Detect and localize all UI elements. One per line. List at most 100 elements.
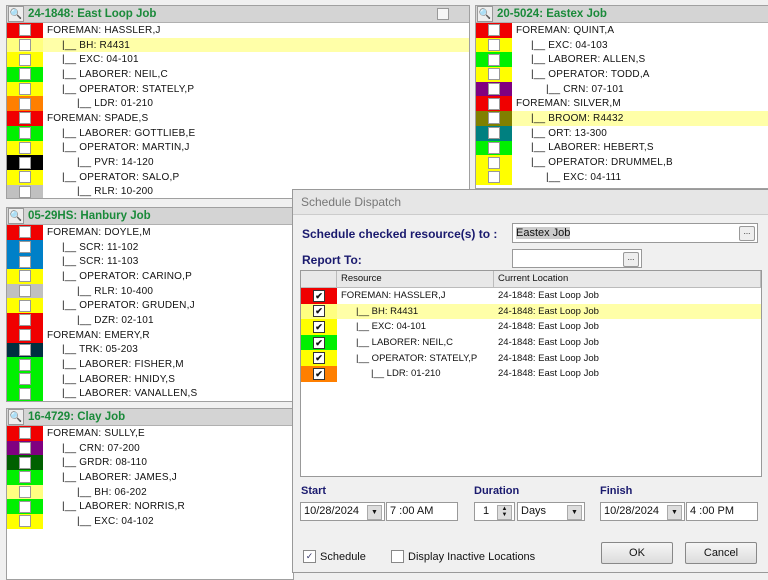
resource-row[interactable]: |__ BH: R4431 [7,37,469,53]
resource-checkbox[interactable] [488,127,500,140]
resource-checkbox[interactable]: ✔ [313,352,325,365]
resource-checkbox[interactable] [19,270,31,283]
resource-checkbox[interactable] [19,314,31,327]
resource-checkbox[interactable] [19,358,31,371]
display-inactive-checkbox[interactable]: Display Inactive Locations [391,550,535,563]
resource-checkbox[interactable]: ✔ [313,320,325,333]
resource-checkbox[interactable] [19,299,31,312]
job-header[interactable]: 🔍 24-1848: East Loop Job [7,6,469,23]
magnifier-icon[interactable]: 🔍 [8,208,24,224]
grid-header-resource[interactable]: Resource [337,271,494,287]
resource-row[interactable]: |__ LABORER: FISHER,M [7,357,293,372]
grid-row[interactable]: ✔ |__ EXC: 04-101 24-1848: East Loop Job [301,319,761,335]
resource-checkbox[interactable] [19,456,31,469]
start-date-picker[interactable]: 10/28/2024 ▼ [300,502,385,521]
job-header[interactable]: 🔍 20-5024: Eastex Job [476,6,768,23]
resource-row[interactable]: |__ EXC: 04-102 [7,514,293,529]
resource-checkbox[interactable] [19,329,31,342]
resource-checkbox[interactable] [19,156,31,169]
resource-checkbox[interactable] [488,112,500,125]
resource-row[interactable]: |__ TRK: 05-203 [7,342,293,358]
resource-row[interactable]: |__ OPERATOR: MARTIN,J [7,140,469,156]
resource-checkbox[interactable]: ✔ [313,305,325,318]
resource-checkbox[interactable] [488,156,500,169]
grid-row[interactable]: ✔ |__ LDR: 01-210 24-1848: East Loop Job [301,365,761,382]
resource-row[interactable]: FOREMAN: QUINT,A [476,23,768,38]
resource-row[interactable]: FOREMAN: HASSLER,J [7,23,469,38]
resource-checkbox[interactable] [19,343,31,356]
finish-date-picker[interactable]: 10/28/2024 ▼ [600,502,685,521]
resource-row[interactable]: |__ LABORER: VANALLEN,S [7,386,293,401]
schedule-checkbox[interactable]: ✓ Schedule [303,550,366,563]
resource-checkbox[interactable] [488,171,500,184]
resource-checkbox[interactable] [19,24,31,37]
finish-date-dropdown-icon[interactable]: ▼ [667,505,682,520]
resource-checkbox[interactable] [19,39,31,52]
resource-checkbox[interactable]: ✔ [313,367,325,380]
report-to-browse-button[interactable]: ... [623,252,639,267]
resource-checkbox[interactable] [488,83,500,96]
resource-row[interactable]: |__ OPERATOR: TODD,A [476,67,768,82]
magnifier-icon[interactable]: 🔍 [477,6,493,22]
resource-checkbox[interactable] [19,127,31,140]
resource-row[interactable]: |__ SCR: 11-103 [7,254,293,270]
resource-row[interactable]: |__ SCR: 11-102 [7,239,293,255]
resource-checkbox[interactable] [19,500,31,513]
report-to-input[interactable]: ... [512,249,642,268]
start-date-dropdown-icon[interactable]: ▼ [367,505,382,520]
resource-checkbox[interactable] [19,515,31,528]
resource-row[interactable]: |__ LABORER: GOTTLIEB,E [7,125,469,141]
spinner-arrows-icon[interactable]: ▲ ▼ [497,505,512,520]
resource-checkbox[interactable] [19,53,31,66]
resource-checkbox[interactable] [19,442,31,455]
resource-row[interactable]: |__ EXC: 04-101 [7,52,469,68]
resource-row[interactable]: |__ EXC: 04-111 [476,169,768,185]
schedule-to-browse-button[interactable]: ... [739,226,755,241]
resource-row[interactable]: |__ LABORER: HEBERT,S [476,140,768,156]
grid-row[interactable]: ✔ FOREMAN: HASSLER,J 24-1848: East Loop Jo… [301,288,761,304]
resource-row[interactable]: |__ LABORER: ALLEN,S [476,52,768,68]
resource-row[interactable]: |__ LABORER: JAMES,J [7,470,293,485]
resource-row[interactable]: |__ RLR: 10-400 [7,283,293,299]
resource-row[interactable]: |__ BROOM: R4432 [476,111,768,126]
resource-checkbox[interactable] [19,171,31,184]
duration-unit-select[interactable]: Days ▼ [517,502,585,521]
resource-checkbox[interactable] [19,486,31,499]
resource-row[interactable]: |__ LABORER: NORRIS,R [7,499,293,515]
grid-row[interactable]: ✔ |__ LABORER: NEIL,C 24-1848: East Loop J… [301,334,761,351]
resource-row[interactable]: |__ LDR: 01-210 [7,96,469,112]
resource-checkbox[interactable] [19,285,31,298]
resource-checkbox[interactable] [488,97,500,110]
resource-checkbox[interactable] [488,24,500,37]
job-header[interactable]: 🔍 05-29HS: Hanbury Job [7,208,293,225]
resource-row[interactable]: |__ PVR: 14-120 [7,155,469,170]
resource-row[interactable]: |__ CRN: 07-200 [7,440,293,456]
resource-checkbox[interactable] [19,112,31,125]
resource-row[interactable]: FOREMAN: SPADE,S [7,111,469,126]
resource-checkbox[interactable] [488,141,500,154]
resource-checkbox[interactable] [488,39,500,52]
resource-checkbox[interactable] [19,373,31,386]
resource-row[interactable]: FOREMAN: EMERY,R [7,327,293,343]
select-all-checkbox[interactable] [437,8,449,20]
resource-checkbox[interactable] [488,68,500,81]
resource-row[interactable]: FOREMAN: SULLY,E [7,426,293,441]
resource-checkbox[interactable] [19,97,31,110]
resource-row[interactable]: |__ LABORER: HNIDY,S [7,371,293,387]
schedule-checkbox-box[interactable]: ✓ [303,550,316,563]
resource-checkbox[interactable] [19,185,31,198]
magnifier-icon[interactable]: 🔍 [8,409,24,425]
resource-checkbox[interactable]: ✔ [313,336,325,349]
resource-checkbox[interactable] [19,241,31,254]
resource-checkbox[interactable] [19,226,31,239]
resource-checkbox[interactable] [488,53,500,66]
duration-stepper[interactable]: 1 ▲ ▼ [474,502,515,521]
duration-unit-dropdown-icon[interactable]: ▼ [567,505,582,520]
resource-row[interactable]: |__ LABORER: NEIL,C [7,67,469,82]
grid-row[interactable]: ✔ |__ BH: R4431 24-1848: East Loop Job [301,303,761,320]
display-inactive-checkbox-box[interactable] [391,550,404,563]
magnifier-icon[interactable]: 🔍 [8,6,24,22]
schedule-to-input[interactable]: Eastex Job ... [512,223,758,243]
ok-button[interactable]: OK [601,542,673,564]
resource-row[interactable]: |__ EXC: 04-103 [476,37,768,53]
